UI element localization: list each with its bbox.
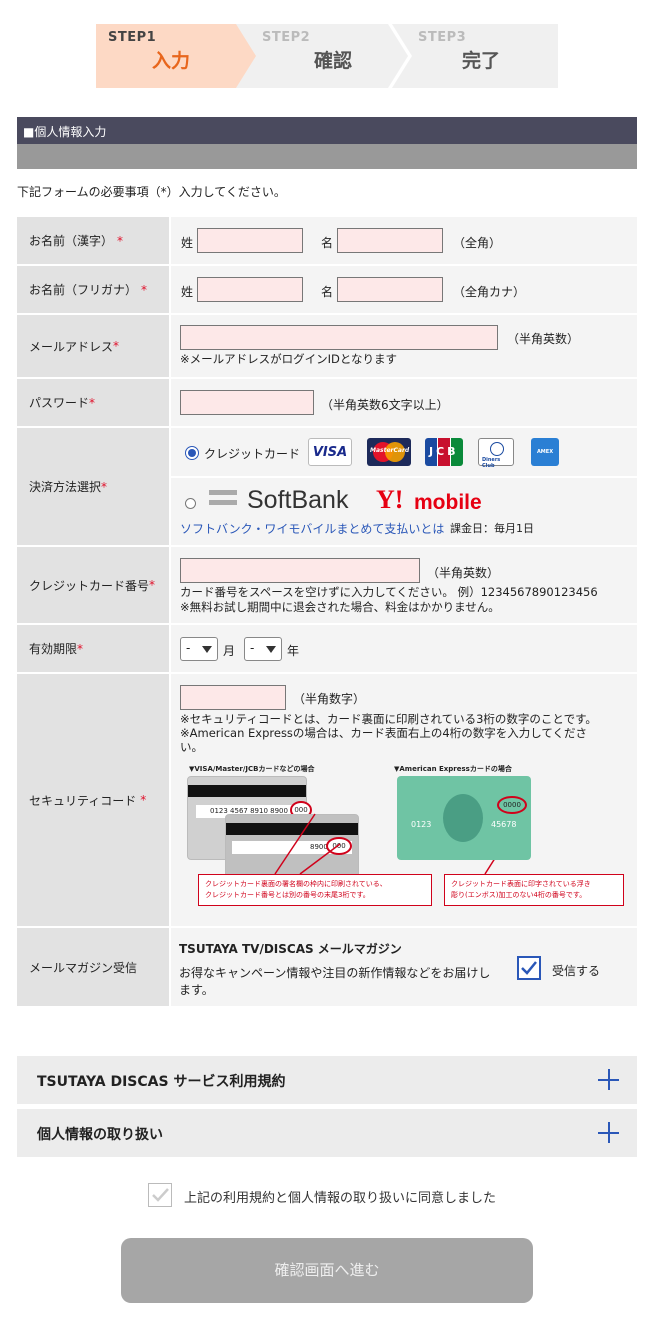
row-card-number: クレジットカード番号 * （半角英数） カード番号をスペースを空けずに入力してくだ… [17, 545, 637, 623]
row-payment: 決済方法選択 * クレジットカード VISA MasterCard JCB Din… [17, 426, 637, 545]
payment-credit-radio[interactable] [185, 446, 199, 460]
amex-logo: AMEX [531, 438, 559, 466]
step-2: STEP2 確認 [256, 24, 406, 88]
password-input[interactable] [180, 390, 314, 415]
accordion-terms[interactable]: TSUTAYA DISCAS サービス利用規約 [17, 1056, 637, 1104]
mastercard-logo: MasterCard [367, 438, 411, 466]
row-security-code: セキュリティコード * （半角数字） ※セキュリティコードとは、カード裏面に印刷さ… [17, 672, 637, 926]
step-2-label: 確認 [314, 50, 353, 72]
ymobile-logo: mobile [414, 491, 482, 514]
security-code-input[interactable] [180, 685, 286, 710]
step-2-number: STEP2 [262, 30, 311, 45]
label-name-kanji: お名前（漢字） * [17, 217, 169, 264]
amex-caption: クレジットカード表面に印字されている浮き 彫り(エンボス)加工のない4桁の番号で… [444, 874, 624, 906]
step-3-number: STEP3 [418, 30, 467, 45]
submit-button[interactable]: 確認画面へ進む [121, 1238, 533, 1303]
last-name-kanji-input[interactable] [197, 228, 303, 253]
amex-card-front: 0123 45678 0000 [397, 776, 531, 860]
section-subbar [17, 144, 637, 169]
row-password: パスワード * （半角英数6文字以上） [17, 377, 637, 426]
expiry-month-select[interactable]: - [180, 637, 218, 661]
softbank-logo-bar [209, 490, 237, 495]
softbank-logo: SoftBank [247, 486, 349, 514]
newsletter-checkbox[interactable] [517, 956, 541, 980]
plus-icon [598, 1122, 619, 1143]
visa-caption: クレジットカード裏面の署名欄の枠内に印刷されている、 クレジットカード番号とは別… [198, 874, 432, 906]
email-help: ※メールアドレスがログインIDとなります [180, 352, 398, 366]
ymobile-logo-y: Y! [376, 485, 404, 514]
step-1: STEP1 入力 [96, 24, 256, 88]
jcb-logo: JCB [425, 438, 463, 466]
required-mark: * [117, 233, 124, 248]
step-1-number: STEP1 [108, 30, 157, 45]
row-name-kana: お名前（フリガナ） * 姓 名 （全角カナ） [17, 264, 637, 313]
card-number-input[interactable] [180, 558, 420, 583]
newsletter-title: TSUTAYA TV/DISCAS メールマガジン [179, 942, 402, 956]
expiry-year-select[interactable]: - [244, 637, 282, 661]
row-expiry: 有効期限 * - 月 - 年 [17, 623, 637, 672]
last-name-kana-input[interactable] [197, 277, 303, 302]
check-icon [152, 1188, 169, 1202]
section-title: ■個人情報入力 [17, 117, 637, 144]
step-3: STEP3 完了 [406, 24, 558, 88]
payment-softbank-radio[interactable] [185, 498, 196, 509]
security-code-illustration: ▼VISA/Master/JCBカードなどの場合 ▼American Expre… [185, 764, 625, 914]
row-name-kanji: お名前（漢字） * 姓 名 （全角） [17, 215, 637, 264]
step-1-label: 入力 [152, 50, 191, 72]
accordion-privacy[interactable]: 個人情報の取り扱い [17, 1109, 637, 1157]
softbank-info-link[interactable]: ソフトバンク・ワイモバイルまとめて支払いとは [180, 520, 444, 537]
check-icon [521, 961, 537, 975]
step-indicator: STEP1 入力 STEP2 確認 STEP3 完了 [96, 24, 558, 88]
first-name-kanji-input[interactable] [337, 228, 443, 253]
row-newsletter: メールマガジン受信 TSUTAYA TV/DISCAS メールマガジン お得なキ… [17, 926, 637, 1006]
agree-label: 上記の利用規約と個人情報の取り扱いに同意しました [184, 1191, 497, 1206]
plus-icon [598, 1069, 619, 1090]
diners-logo: Diners Club [478, 438, 514, 469]
agree-checkbox[interactable] [148, 1183, 172, 1207]
visa-logo: VISA [308, 438, 352, 466]
step-3-label: 完了 [462, 50, 501, 72]
first-name-kana-input[interactable] [337, 277, 443, 302]
row-email: メールアドレス * （半角英数） ※メールアドレスがログインIDとなります [17, 313, 637, 377]
email-input[interactable] [180, 325, 498, 350]
form-intro: 下記フォームの必要事項（*）入力してください。 [17, 185, 286, 199]
